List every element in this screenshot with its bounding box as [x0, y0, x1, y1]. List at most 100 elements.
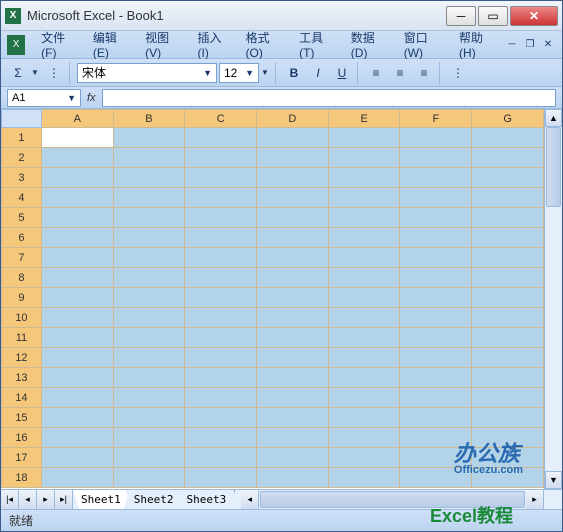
cell[interactable] [185, 448, 257, 468]
cell[interactable] [41, 328, 113, 348]
cell[interactable] [185, 328, 257, 348]
cell[interactable] [328, 448, 400, 468]
row-header[interactable]: 1 [2, 128, 42, 148]
minimize-button[interactable]: ─ [446, 6, 476, 26]
cell[interactable] [328, 268, 400, 288]
autosum-dropdown[interactable]: ▼ [31, 68, 41, 77]
cell[interactable] [257, 308, 329, 328]
cell[interactable] [472, 368, 544, 388]
menu-help[interactable]: 帮助(H) [451, 26, 504, 63]
cell[interactable] [185, 268, 257, 288]
cell[interactable] [257, 468, 329, 488]
cell[interactable] [328, 128, 400, 148]
cell[interactable] [185, 128, 257, 148]
cell[interactable] [41, 308, 113, 328]
cell[interactable] [41, 288, 113, 308]
cell[interactable] [472, 248, 544, 268]
cell[interactable] [41, 168, 113, 188]
cell[interactable] [400, 288, 472, 308]
row-header[interactable]: 14 [2, 388, 42, 408]
row-header[interactable]: 11 [2, 328, 42, 348]
cell[interactable] [328, 308, 400, 328]
row-header[interactable]: 17 [2, 448, 42, 468]
cell[interactable] [113, 388, 185, 408]
cell[interactable] [185, 308, 257, 328]
cell[interactable] [41, 128, 113, 148]
cell[interactable] [185, 408, 257, 428]
cell[interactable] [400, 328, 472, 348]
cell[interactable] [41, 348, 113, 368]
cell[interactable] [257, 368, 329, 388]
row-header[interactable]: 12 [2, 348, 42, 368]
cell[interactable] [41, 408, 113, 428]
menu-edit[interactable]: 编辑(E) [85, 26, 137, 63]
cell[interactable] [257, 148, 329, 168]
cell[interactable] [400, 188, 472, 208]
column-header[interactable]: F [400, 110, 472, 128]
cell[interactable] [328, 368, 400, 388]
cell[interactable] [113, 288, 185, 308]
cell[interactable] [400, 268, 472, 288]
cell[interactable] [328, 168, 400, 188]
cell[interactable] [400, 448, 472, 468]
tab-nav-prev-button[interactable]: ◂ [19, 490, 37, 509]
tab-nav-first-button[interactable]: |◂ [1, 490, 19, 509]
cell[interactable] [400, 168, 472, 188]
cell[interactable] [257, 168, 329, 188]
cell[interactable] [400, 208, 472, 228]
cell[interactable] [257, 428, 329, 448]
cell[interactable] [113, 328, 185, 348]
cell[interactable] [113, 308, 185, 328]
cell[interactable] [185, 468, 257, 488]
toolbar-options-icon[interactable]: ⋮ [43, 62, 65, 84]
cell[interactable] [328, 148, 400, 168]
select-all-corner[interactable] [2, 110, 42, 128]
cell[interactable] [185, 388, 257, 408]
cell[interactable] [472, 388, 544, 408]
tab-nav-next-button[interactable]: ▸ [37, 490, 55, 509]
row-header[interactable]: 7 [2, 248, 42, 268]
autosum-button[interactable]: Σ [7, 62, 29, 84]
cell[interactable] [472, 408, 544, 428]
cell[interactable] [400, 468, 472, 488]
cell[interactable] [257, 288, 329, 308]
cell[interactable] [185, 168, 257, 188]
bold-button[interactable]: B [283, 62, 305, 84]
cell[interactable] [472, 348, 544, 368]
cell[interactable] [257, 348, 329, 368]
column-header[interactable]: G [472, 110, 544, 128]
cell[interactable] [472, 188, 544, 208]
underline-button[interactable]: U [331, 62, 353, 84]
cell[interactable] [113, 128, 185, 148]
cell[interactable] [185, 248, 257, 268]
scroll-thumb[interactable] [546, 127, 561, 207]
align-center-button[interactable]: ≡ [389, 62, 411, 84]
cell[interactable] [185, 288, 257, 308]
cell[interactable] [472, 448, 544, 468]
row-header[interactable]: 13 [2, 368, 42, 388]
menu-format[interactable]: 格式(O) [238, 26, 292, 63]
row-header[interactable]: 15 [2, 408, 42, 428]
cell[interactable] [113, 348, 185, 368]
cell[interactable] [113, 428, 185, 448]
cell[interactable] [185, 228, 257, 248]
cell[interactable] [328, 328, 400, 348]
menu-window[interactable]: 窗口(W) [396, 26, 451, 63]
font-name-selector[interactable]: 宋体 ▼ [77, 63, 217, 83]
cell[interactable] [113, 468, 185, 488]
cell[interactable] [41, 428, 113, 448]
cell[interactable] [113, 448, 185, 468]
cell[interactable] [185, 348, 257, 368]
mdi-close-button[interactable]: ✕ [540, 38, 556, 52]
cell[interactable] [41, 468, 113, 488]
cell[interactable] [257, 268, 329, 288]
cell[interactable] [328, 188, 400, 208]
cell[interactable] [328, 288, 400, 308]
cell[interactable] [472, 208, 544, 228]
cell[interactable] [328, 348, 400, 368]
row-header[interactable]: 4 [2, 188, 42, 208]
cell[interactable] [472, 228, 544, 248]
cell[interactable] [400, 228, 472, 248]
cell[interactable] [113, 208, 185, 228]
row-header[interactable]: 2 [2, 148, 42, 168]
